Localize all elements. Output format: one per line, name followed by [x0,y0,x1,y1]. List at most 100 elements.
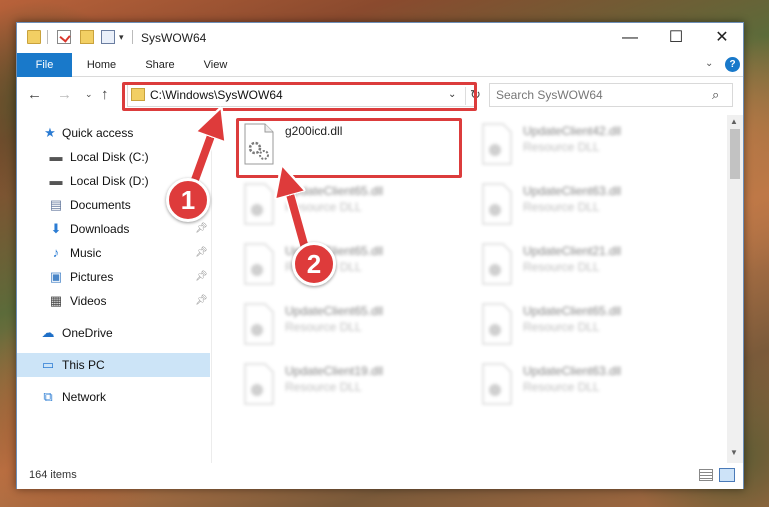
file-item[interactable]: UpdateClient19.dll Resource DLL [237,359,457,409]
drive-icon: ▬ [49,173,63,188]
back-button[interactable]: ← [27,86,42,103]
sidebar-item-local-disk-c[interactable]: ▬ Local Disk (C:) [17,145,210,169]
file-name: UpdateClient63.dll [523,184,622,198]
sidebar-item-videos[interactable]: ▦ Videos 📌︎ [17,289,210,313]
network-icon: ⧉ [43,389,53,404]
pin-icon[interactable]: 📌︎ [195,271,208,282]
dll-file-icon [244,183,274,225]
drive-icon: ▬ [49,149,63,164]
dll-file-icon [482,303,512,345]
dll-file-icon [244,243,274,285]
tab-view[interactable]: View [193,53,238,77]
address-path[interactable]: C:\Windows\SysWOW64 [150,88,283,102]
pin-icon[interactable]: 📌︎ [195,223,208,234]
sidebar-item-network[interactable]: ⧉ Network [17,385,210,409]
file-type: Resource DLL [523,320,600,334]
sidebar-item-label: Local Disk (D:) [70,174,149,188]
tab-file[interactable]: File [17,53,72,77]
file-type: Resource DLL [285,200,362,214]
scroll-up-icon[interactable]: ▲ [730,117,738,126]
sidebar-item-pictures[interactable]: ▣ Pictures 📌︎ [17,265,210,289]
chevron-down-icon[interactable]: ⌄ [448,89,456,100]
recent-locations-button[interactable]: ⌄ [85,89,93,100]
chevron-down-icon[interactable]: ▾ [119,32,124,43]
sidebar-item-music[interactable]: ♪ Music 📌︎ [17,241,210,265]
tab-home[interactable]: Home [79,53,124,77]
sidebar-item-label: Videos [70,294,107,308]
vertical-scrollbar[interactable]: ▲ ▼ [727,115,743,463]
file-name: UpdateClient65.dll [523,304,622,318]
documents-icon: ▤ [49,197,63,212]
search-icon[interactable]: ⌕ [712,87,719,103]
ribbon-tabs: File Home Share View ⌄ ? [17,53,743,77]
folder-icon [27,30,41,44]
expand-ribbon-icon[interactable]: ⌄ [705,58,713,69]
file-type: Resource DLL [285,320,362,334]
scroll-thumb[interactable] [730,129,740,179]
sidebar-item-label: This PC [62,358,105,372]
maximize-button[interactable]: ☐ [653,23,699,53]
file-name: UpdateClient63.dll [523,364,622,378]
forward-button[interactable]: → [57,86,72,103]
file-item[interactable]: UpdateClient63.dll Resource DLL [475,359,695,409]
file-name: UpdateClient65.dll [285,184,384,198]
file-name: g200icd.dll [285,124,343,138]
title-bar: ▾ SysWOW64 — ☐ ✕ [17,23,743,53]
sidebar-item-onedrive[interactable]: ☁ OneDrive [17,321,210,345]
file-type: Resource DLL [523,380,600,394]
refresh-button[interactable]: ↻ [465,87,485,105]
up-button[interactable]: ↑ [101,86,109,103]
file-name: UpdateClient19.dll [285,364,384,378]
pin-icon[interactable]: 📌︎ [195,247,208,258]
toolbar-divider [132,30,133,44]
dll-file-icon [244,123,274,165]
search-box[interactable]: ⌕ [489,83,733,107]
sidebar-item-label: Pictures [70,270,114,284]
sidebar-item-label: OneDrive [62,326,113,340]
status-bar: 164 items [17,463,743,489]
details-view-icon[interactable] [699,469,713,481]
folder-icon [131,88,145,101]
minimize-button[interactable]: — [607,23,653,53]
properties-icon[interactable] [57,30,71,44]
pictures-icon: ▣ [49,269,63,284]
step-1-badge: 1 [166,178,210,222]
large-icons-view-icon[interactable] [719,468,735,482]
file-item[interactable]: UpdateClient65.dll Resource DLL [237,239,457,289]
file-item-g200icd[interactable]: g200icd.dll [237,119,457,169]
tab-share[interactable]: Share [135,53,185,77]
file-type: Resource DLL [523,260,600,274]
file-type: Resource DLL [523,140,600,154]
search-input[interactable] [496,88,696,102]
view-options-icon[interactable] [101,30,115,44]
help-icon[interactable]: ? [725,57,740,72]
file-item[interactable]: UpdateClient65.dll Resource DLL [475,299,695,349]
new-folder-icon[interactable] [80,30,94,44]
star-icon: ★ [44,125,56,140]
file-item[interactable]: UpdateClient65.dll Resource DLL [237,179,457,229]
file-explorer-window: ▾ SysWOW64 — ☐ ✕ File Home Share View ⌄ … [16,22,744,489]
sidebar-item-label: Local Disk (C:) [70,150,149,164]
file-item[interactable]: UpdateClient21.dll Resource DLL [475,239,695,289]
sidebar-item-label: Music [70,246,102,260]
toolbar-divider [47,30,48,44]
file-item[interactable]: UpdateClient63.dll Resource DLL [475,179,695,229]
file-item[interactable]: UpdateClient65.dll Resource DLL [237,299,457,349]
step-2-badge: 2 [292,242,336,286]
scroll-down-icon[interactable]: ▼ [730,448,738,457]
dll-file-icon [482,243,512,285]
dll-file-icon [244,303,274,345]
videos-icon: ▦ [49,293,63,308]
dll-file-icon [244,363,274,405]
address-bar[interactable]: C:\Windows\SysWOW64 ⌄ ↻ [127,83,481,107]
sidebar-item-label: Network [62,390,107,404]
pin-icon[interactable]: 📌︎ [195,295,208,306]
sidebar-item-this-pc[interactable]: ▭ This PC [17,353,210,377]
close-button[interactable]: ✕ [699,23,745,53]
navigation-bar: ← → ⌄ ↑ C:\Windows\SysWOW64 ⌄ ↻ ⌕ [17,78,743,112]
computer-icon: ▭ [41,357,55,372]
file-item[interactable]: UpdateClient42.dll Resource DLL [475,119,695,169]
sidebar-item-quick-access[interactable]: ★ Quick access [17,121,210,145]
file-name: UpdateClient65.dll [285,304,384,318]
dll-file-icon [482,123,512,165]
